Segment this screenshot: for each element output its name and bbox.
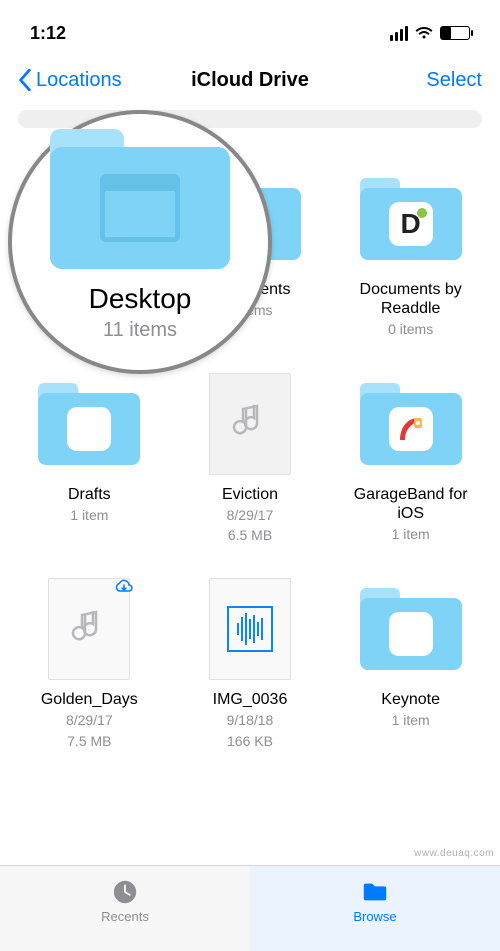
magnified-item-subtitle: 11 items	[103, 319, 177, 342]
wifi-icon	[414, 26, 434, 40]
back-button[interactable]: Locations	[18, 69, 122, 92]
item-subtitle2: 7.5 MB	[67, 732, 111, 750]
item-subtitle: 9/18/18	[227, 711, 274, 729]
battery-icon	[440, 26, 470, 40]
cloud-download-icon	[113, 575, 135, 602]
item-label: Eviction	[222, 485, 278, 504]
status-bar: 1:12	[0, 0, 500, 50]
item-label: Documents by Readdle	[346, 280, 476, 318]
tab-recents[interactable]: Recents	[0, 866, 250, 951]
status-indicators	[390, 26, 470, 41]
keynote-app-icon	[389, 612, 433, 656]
audio-waveform-file-icon	[209, 578, 291, 680]
item-subtitle: 1 item	[70, 506, 108, 524]
item-subtitle: 1 item	[392, 711, 430, 729]
item-subtitle: 8/29/17	[66, 711, 113, 729]
item-subtitle: 8/29/17	[227, 506, 274, 524]
watermark: www.deuaq.com	[414, 848, 494, 859]
item-label: Golden_Days	[41, 690, 138, 709]
folder-garageband[interactable]: GarageBand for iOS 1 item	[339, 371, 482, 545]
folder-icon	[360, 878, 390, 906]
magnified-folder-icon	[50, 129, 230, 269]
readdle-app-icon	[389, 202, 433, 246]
file-eviction[interactable]: Eviction 8/29/17 6.5 MB	[179, 371, 322, 545]
clock-icon	[110, 878, 140, 906]
item-subtitle: 1 item	[392, 525, 430, 543]
file-golden-days[interactable]: Golden_Days 8/29/17 7.5 MB	[18, 576, 161, 750]
status-time: 1:12	[30, 23, 66, 44]
item-subtitle2: 6.5 MB	[228, 526, 272, 544]
tab-label: Recents	[101, 909, 149, 924]
select-button[interactable]: Select	[426, 69, 482, 92]
file-img-0036[interactable]: IMG_0036 9/18/18 166 KB	[179, 576, 322, 750]
item-subtitle: 0 items	[388, 320, 433, 338]
folder-icon	[360, 588, 462, 670]
folder-documents-by-readdle[interactable]: Documents by Readdle 0 items	[339, 166, 482, 339]
chevron-left-icon	[18, 69, 32, 91]
item-label: Drafts	[68, 485, 111, 504]
folder-icon	[38, 383, 140, 465]
folder-keynote[interactable]: Keynote 1 item	[339, 576, 482, 750]
tab-bar: Recents Browse	[0, 865, 500, 951]
item-label: Keynote	[381, 690, 440, 709]
item-label: IMG_0036	[213, 690, 288, 709]
garageband-app-icon	[389, 407, 433, 451]
audio-file-icon	[209, 373, 291, 475]
audio-file-icon	[48, 578, 130, 680]
item-subtitle2: 166 KB	[227, 732, 273, 750]
nav-bar: Locations iCloud Drive Select	[0, 50, 500, 110]
folder-drafts[interactable]: Drafts 1 item	[18, 371, 161, 545]
magnified-item-label: Desktop	[89, 283, 192, 315]
tab-label: Browse	[353, 909, 396, 924]
back-label: Locations	[36, 69, 122, 92]
magnifier-overlay: Desktop 11 items	[8, 110, 272, 374]
item-label: GarageBand for iOS	[346, 485, 476, 523]
tab-browse[interactable]: Browse	[250, 866, 500, 951]
folder-icon	[360, 383, 462, 465]
folder-icon	[360, 178, 462, 260]
drafts-app-icon	[67, 407, 111, 451]
cellular-signal-icon	[390, 26, 408, 41]
